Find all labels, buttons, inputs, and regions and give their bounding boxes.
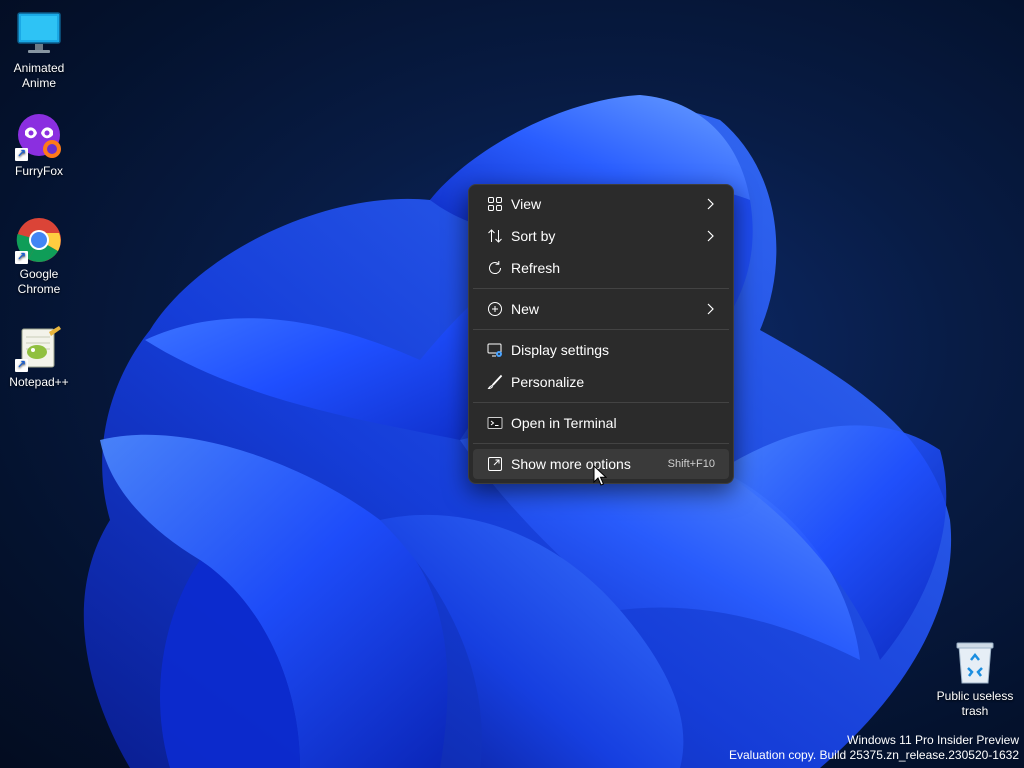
notepadpp-icon: ↗	[15, 324, 63, 372]
terminal-icon	[487, 417, 503, 429]
menu-separator	[473, 443, 729, 444]
refresh-icon	[489, 261, 502, 275]
menu-separator	[473, 329, 729, 330]
menu-separator	[473, 402, 729, 403]
desktop-icon-label: Animated Anime	[13, 61, 65, 90]
desktop-icon-label: Notepad++	[9, 375, 69, 389]
desktop-icon-label: FurryFox	[15, 164, 63, 178]
menu-item-new[interactable]: New	[473, 294, 729, 324]
chevron-right-icon	[707, 230, 714, 242]
grid-icon	[488, 197, 502, 211]
sort-icon	[488, 229, 502, 243]
desktop-icon-label: Public useless trash	[936, 689, 1014, 718]
shortcut-arrow-icon: ↗	[15, 359, 28, 372]
menu-item-label: Refresh	[511, 260, 561, 276]
desktop[interactable]: Animated Anime ↗ FurryFox ↗ Google Chrom…	[0, 0, 1024, 768]
menu-item-label: Open in Terminal	[511, 415, 617, 431]
menu-item-label: Show more options	[511, 456, 631, 472]
expand-icon	[488, 457, 502, 471]
menu-item-display-settings[interactable]: Display settings	[473, 335, 729, 365]
watermark-line-build: Evaluation copy. Build 25375.zn_release.…	[729, 748, 1019, 762]
menu-item-sort-by[interactable]: Sort by	[473, 221, 729, 251]
chevron-right-icon	[707, 303, 714, 315]
furryfox-icon: ↗	[15, 113, 63, 161]
menu-item-open-in-terminal[interactable]: Open in Terminal	[473, 408, 729, 438]
shortcut-arrow-icon: ↗	[15, 148, 28, 161]
menu-item-personalize[interactable]: Personalize	[473, 367, 729, 397]
recycle-bin-icon	[951, 638, 999, 686]
menu-item-label: Sort by	[511, 228, 556, 244]
display-settings-icon	[487, 343, 502, 357]
desktop-context-menu: View Sort by Refresh New Display setting…	[468, 184, 734, 484]
menu-separator	[473, 288, 729, 289]
menu-item-label: Personalize	[511, 374, 585, 390]
mouse-cursor-icon	[593, 465, 607, 486]
plus-circle-icon	[488, 302, 502, 316]
brush-icon	[487, 374, 503, 390]
evaluation-watermark: Windows 11 Pro Insider Preview Evaluatio…	[729, 733, 1019, 763]
menu-item-view[interactable]: View	[473, 189, 729, 219]
chevron-right-icon	[707, 198, 714, 210]
watermark-line-edition: Windows 11 Pro Insider Preview	[847, 733, 1019, 747]
monitor-icon	[15, 10, 63, 58]
menu-item-label: New	[511, 301, 540, 317]
menu-item-label: Display settings	[511, 342, 610, 358]
desktop-icon-google-chrome[interactable]: ↗ Google Chrome	[1, 216, 77, 297]
desktop-icon-label: Google Chrome	[17, 267, 61, 296]
desktop-icon-furryfox[interactable]: ↗ FurryFox	[1, 113, 77, 179]
menu-item-refresh[interactable]: Refresh	[473, 253, 729, 283]
menu-item-label: View	[511, 196, 542, 212]
desktop-icon-recycle-bin[interactable]: Public useless trash	[936, 638, 1014, 719]
desktop-icon-notepadpp[interactable]: ↗ Notepad++	[1, 324, 77, 390]
desktop-icon-animated-anime[interactable]: Animated Anime	[1, 10, 77, 91]
chrome-icon: ↗	[15, 216, 63, 264]
shortcut-arrow-icon: ↗	[15, 251, 28, 264]
menu-item-shortcut: Shift+F10	[667, 458, 715, 470]
